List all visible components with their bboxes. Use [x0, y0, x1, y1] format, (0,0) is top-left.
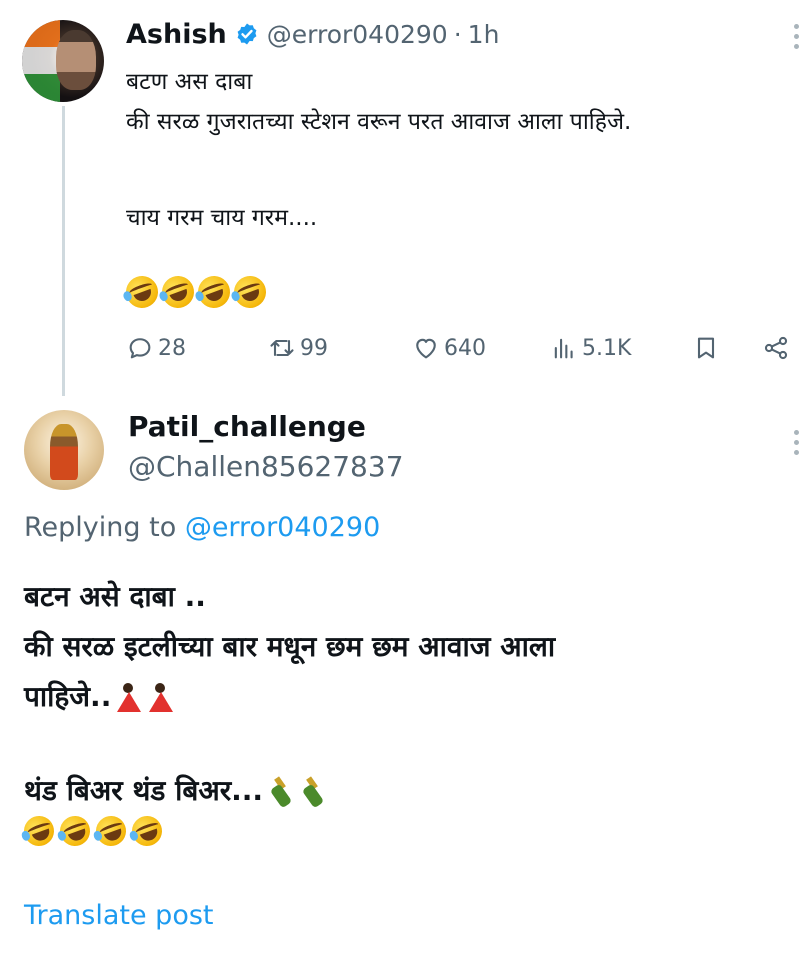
repost-count: 99: [300, 335, 328, 361]
reply-author-name[interactable]: Patil_challenge: [128, 410, 366, 443]
author-handle[interactable]: @error040290: [267, 20, 448, 49]
reply-icon: [129, 338, 151, 359]
dancer-emoji-icon: [115, 681, 143, 713]
reply-laughing-emoji-row: [19, 811, 804, 851]
rolling-laughing-emoji-icon: [157, 271, 199, 313]
rolling-laughing-emoji-icon: [19, 811, 59, 851]
rolling-laughing-emoji-icon: [127, 811, 167, 851]
reply-line-1: बटन असे दाबा ..: [24, 580, 206, 613]
rolling-laughing-emoji-icon: [121, 271, 163, 313]
rolling-laughing-emoji-icon: [91, 811, 131, 851]
rolling-laughing-emoji-icon: [193, 271, 235, 313]
reply-line-2: की सरळ इटलीच्या बार मधून छम छम आवाज आला: [24, 630, 556, 663]
repost-button[interactable]: 99: [268, 326, 328, 370]
dancer-emoji-icon: [147, 681, 175, 713]
bookmark-button[interactable]: [692, 326, 724, 370]
bookmark-icon: [697, 337, 715, 359]
tweet-actions-bar: 28 99 640 5.1K: [126, 326, 796, 370]
avatar-flag-background: [22, 20, 60, 102]
avatar-face: [56, 30, 96, 90]
views-button[interactable]: 5.1K: [550, 326, 631, 370]
rolling-laughing-emoji-icon: [55, 811, 95, 851]
tweet-line-3: चाय गरम चाय गरम....: [126, 205, 318, 231]
reply-author-handle[interactable]: @Challen85627837: [128, 450, 404, 483]
verified-badge-icon[interactable]: [235, 22, 259, 46]
like-count: 640: [444, 335, 486, 361]
replying-to-label: Replying to: [24, 512, 177, 543]
tweet-text: बटण अस दाबा की सरळ गुजरातच्या स्टेशन वरू…: [121, 62, 806, 313]
reply-count: 28: [158, 335, 186, 361]
separator-dot: ·: [453, 19, 462, 49]
heart-icon: [416, 338, 436, 359]
thread-connector-line: [62, 106, 65, 396]
avatar[interactable]: [22, 20, 104, 102]
tweet-header: Ashish @error040290 · 1h: [126, 16, 499, 52]
post-time[interactable]: 1h: [468, 20, 500, 49]
reply-more-options-icon[interactable]: [790, 430, 802, 460]
reply-line-3-row: पाहिजे..: [24, 672, 804, 722]
reply-text: बटन असे दाबा .. की सरळ इटलीच्या बार मधून…: [19, 572, 804, 851]
reply-line-4-row: थंड बिअर थंड बिअर...: [24, 766, 804, 816]
tweet-line-2: की सरळ गुजरातच्या स्टेशन वरून परत आवाज आ…: [126, 109, 632, 135]
champagne-bottle-emoji-icon: [299, 775, 327, 807]
reply-avatar[interactable]: [24, 410, 104, 490]
laughing-emoji-row: [121, 271, 806, 313]
view-count: 5.1K: [582, 335, 632, 361]
reply-line-3: पाहिजे..: [24, 680, 112, 713]
views-chart-icon: [554, 338, 573, 359]
rolling-laughing-emoji-icon: [229, 271, 271, 313]
like-button[interactable]: 640: [412, 326, 486, 370]
repost-icon: [270, 339, 294, 357]
author-name[interactable]: Ashish: [126, 19, 227, 50]
replying-to: Replying to @error040290: [24, 512, 380, 543]
tweet-line-1: बटण अस दाबा: [126, 69, 253, 95]
champagne-bottle-emoji-icon: [267, 775, 295, 807]
replying-to-mention-link[interactable]: @error040290: [185, 512, 380, 543]
reply-button[interactable]: 28: [126, 326, 186, 370]
reply-line-4: थंड बिअर थंड बिअर...: [24, 774, 264, 807]
share-icon: [764, 336, 788, 360]
share-button[interactable]: [762, 326, 794, 370]
avatar-figure: [50, 424, 78, 480]
more-options-icon[interactable]: [790, 24, 802, 54]
translate-post-link[interactable]: Translate post: [24, 900, 214, 931]
